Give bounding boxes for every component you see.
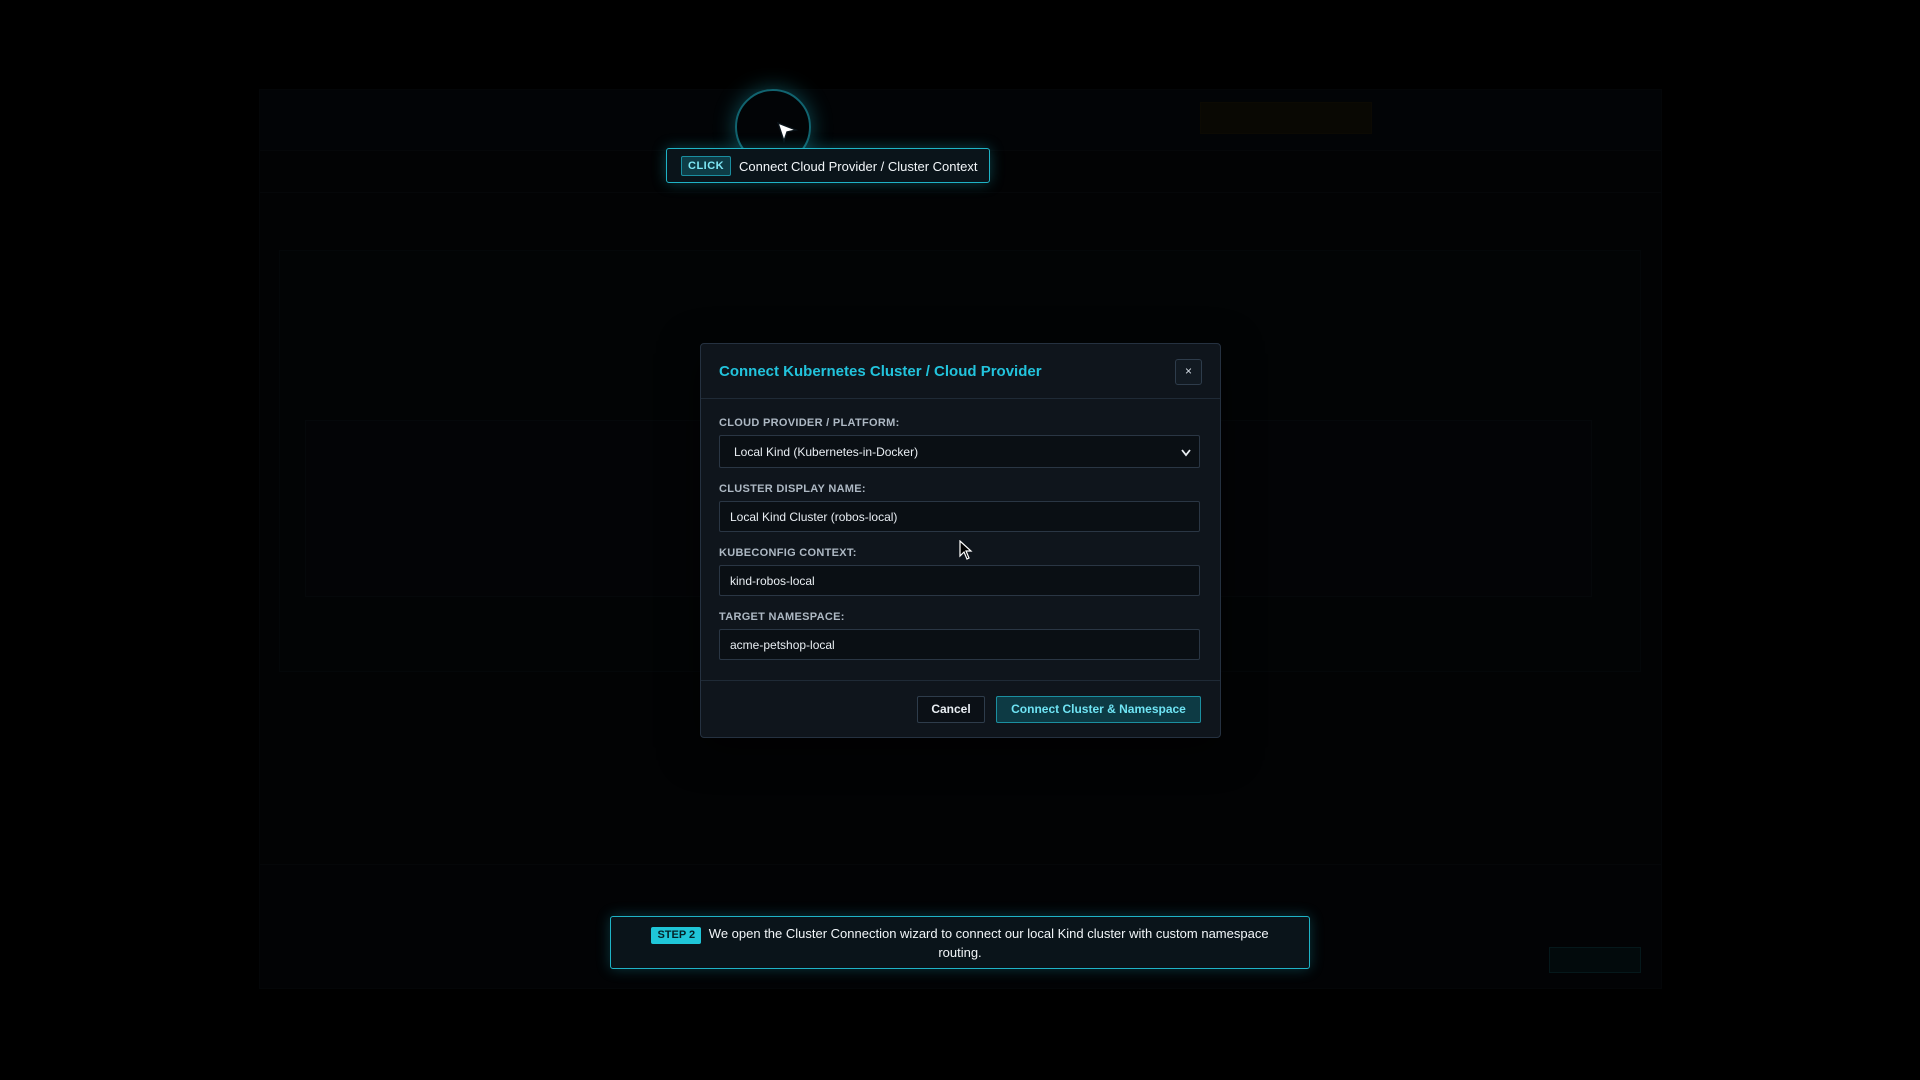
namespace-label: TARGET NAMESPACE:	[719, 611, 845, 623]
kubeconfig-context-input[interactable]: kind-robos-local	[719, 565, 1200, 596]
close-button[interactable]: ×	[1175, 359, 1202, 385]
provider-select-value: Local Kind (Kubernetes-in-Docker)	[734, 445, 919, 459]
modal-title: Connect Kubernetes Cluster / Cloud Provi…	[719, 363, 1042, 380]
kubeconfig-label: KUBECONFIG CONTEXT:	[719, 547, 857, 559]
click-badge: CLICK	[681, 156, 732, 176]
click-callout-text: Connect Cloud Provider / Cluster Context	[739, 159, 978, 174]
step-banner: STEP 2 We open the Cluster Connection wi…	[610, 916, 1310, 969]
provider-select[interactable]: Local Kind (Kubernetes-in-Docker)	[719, 435, 1200, 468]
mouse-cursor-icon	[959, 539, 973, 565]
cluster-name-input[interactable]: Local Kind Cluster (robos-local)	[719, 501, 1200, 532]
click-callout: CLICK Connect Cloud Provider / Cluster C…	[666, 148, 990, 183]
modal-header: Connect Kubernetes Cluster / Cloud Provi…	[701, 344, 1220, 399]
cluster-name-label: CLUSTER DISPLAY NAME:	[719, 483, 866, 495]
step-badge: STEP 2	[651, 927, 702, 944]
step-banner-text: We open the Cluster Connection wizard to…	[708, 926, 1269, 960]
cancel-button[interactable]: Cancel	[917, 696, 985, 723]
screen: CLICK Connect Cloud Provider / Cluster C…	[0, 0, 1920, 1080]
target-namespace-input[interactable]: acme-petshop-local	[719, 629, 1200, 660]
chevron-down-icon	[1181, 436, 1191, 483]
modal-footer: Cancel Connect Cluster & Namespace	[701, 681, 1220, 737]
close-icon: ×	[1184, 364, 1192, 378]
provider-label: CLOUD PROVIDER / PLATFORM:	[719, 417, 900, 429]
pointer-arrow-icon	[776, 121, 799, 148]
connect-cluster-button[interactable]: Connect Cluster & Namespace	[996, 696, 1201, 723]
